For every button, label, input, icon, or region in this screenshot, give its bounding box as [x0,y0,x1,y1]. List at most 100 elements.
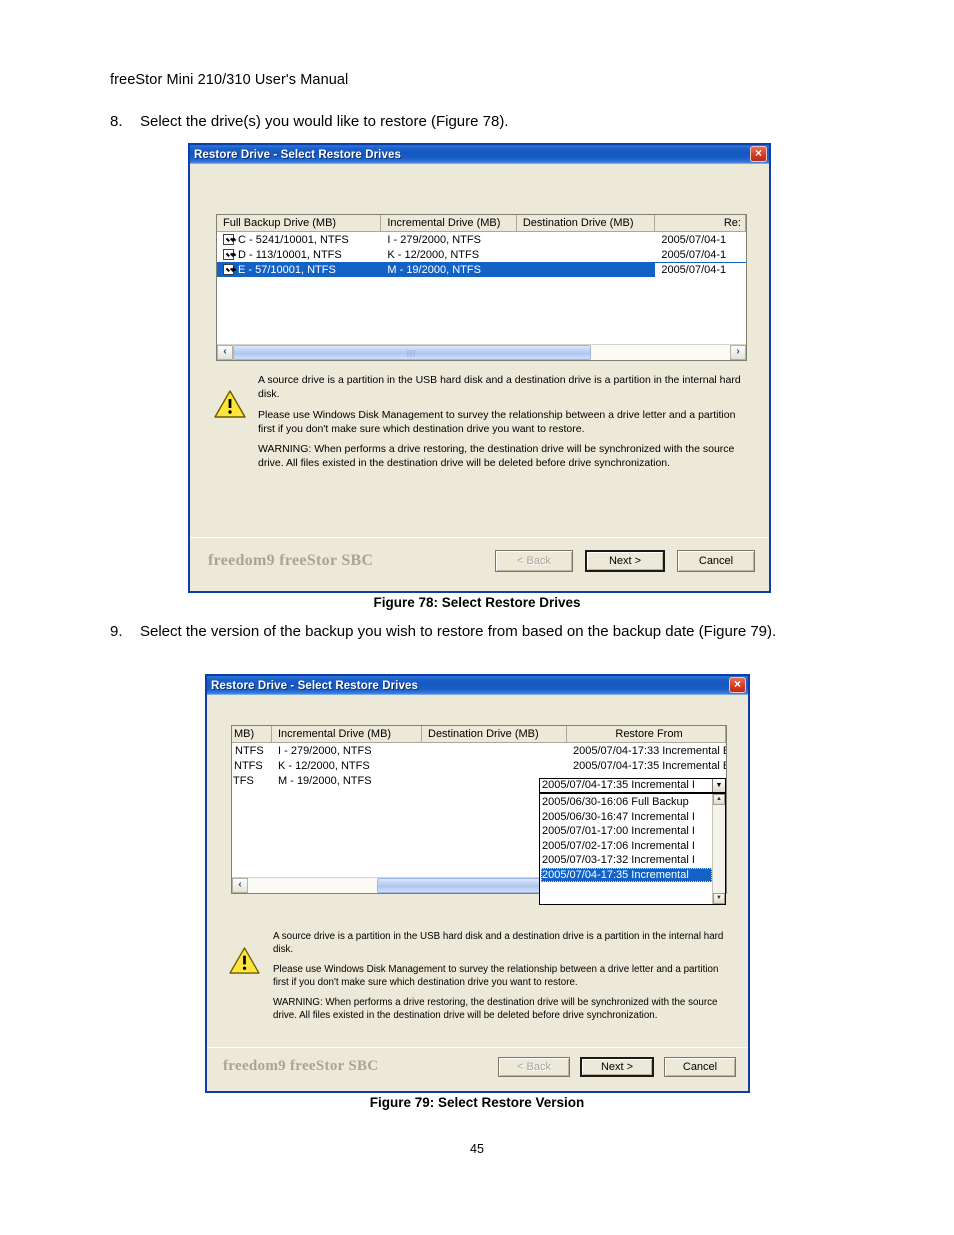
list-item[interactable]: 2005/06/30-16:47 Incremental I [541,810,712,825]
dialog1-drive-list[interactable]: Full Backup Drive (MB) Incremental Drive… [216,214,747,361]
checkbox-icon[interactable] [223,234,234,245]
scroll-left-icon[interactable]: ‹ [217,345,233,360]
back-button[interactable]: < Back [498,1057,570,1077]
dialog2-warning-panel: A source drive is a partition in the USB… [229,931,729,1023]
cancel-button[interactable]: Cancel [664,1057,736,1077]
step-8-text: Select the drive(s) you would like to re… [140,113,509,130]
row-incremental-cell: K - 12/2000, NTFS [278,759,370,772]
restore-drive-dialog-select-drives[interactable]: Restore Drive - Select Restore Drives × … [188,143,771,593]
dialog1-list-header: Full Backup Drive (MB) Incremental Drive… [217,215,746,232]
scroll-up-icon[interactable]: ▲ [713,794,725,805]
row-full-backup-cell[interactable]: D - 113/10001, NTFS [217,248,381,262]
page-header: freeStor Mini 210/310 User's Manual [110,72,349,88]
row-incremental-cell: K - 12/2000, NTFS [387,248,480,261]
list-item[interactable]: 2005/07/03-17:32 Incremental I [541,853,712,868]
table-row[interactable]: C - 5241/10001, NTFS I - 279/2000, NTFS … [217,232,746,247]
column-header-destination-drive[interactable]: Destination Drive (MB) [422,726,567,742]
table-row[interactable]: NTFS K - 12/2000, NTFS 2005/07/04-17:35 … [232,758,726,773]
row-restore-from-cell: 2005/07/04-17:35 Incremental B... [573,759,726,772]
step-9-text: Select the version of the backup you wis… [140,623,777,640]
dialog2-title: Restore Drive - Select Restore Drives [211,679,418,692]
row-full-backup-cell[interactable]: C - 5241/10001, NTFS [217,233,381,247]
step-8-number: 8. [110,113,123,130]
list-item[interactable]: 2005/07/04-17:35 Incremental [541,867,712,882]
column-header-restore-from[interactable]: Re: [655,215,746,231]
warning-paragraph-2: Please use Windows Disk Management to su… [273,963,719,988]
dialog1-title: Restore Drive - Select Restore Drives [194,148,401,161]
checkbox-icon[interactable] [223,249,234,260]
scroll-thumb[interactable] [233,345,591,360]
row-full-backup-label: E - 57/10001, NTFS [238,263,336,276]
restore-version-value: 2005/07/04-17:35 Incremental I [542,779,695,791]
figure-78-caption: Figure 78: Select Restore Drives [373,595,581,610]
scroll-down-icon[interactable]: ▼ [713,893,725,904]
row-full-backup-cell[interactable]: E - 57/10001, NTFS [217,263,381,277]
scroll-right-icon[interactable]: › [730,345,746,360]
warning-paragraph-3: WARNING: When performs a drive restoring… [273,996,718,1021]
row-incremental-cell: I - 279/2000, NTFS [278,744,372,757]
row-restore-from-cell: 2005/07/04-1 [661,233,727,246]
restore-version-combobox[interactable]: 2005/07/04-17:35 Incremental I ▼ [539,778,726,793]
dialog1-titlebar[interactable]: Restore Drive - Select Restore Drives × [190,145,769,164]
chevron-down-icon[interactable]: ▼ [712,779,725,792]
warning-paragraph-1: A source drive is a partition in the USB… [273,931,724,955]
checkbox-icon[interactable] [223,264,234,275]
column-header-full-backup-drive[interactable]: MB) [232,726,272,742]
column-header-incremental-drive[interactable]: Incremental Drive (MB) [272,726,422,742]
dialog2-body: MB) Incremental Drive (MB) Destination D… [207,695,748,1091]
dialog2-button-row: < Back Next > Cancel [498,1057,736,1077]
next-button[interactable]: Next > [580,1057,654,1077]
dialog1-horizontal-scrollbar[interactable]: ‹ › [217,344,746,360]
dropdown-vertical-scrollbar[interactable]: ▲ ▼ [712,794,725,904]
dialog1-brand-logo: freedom9 freeStor SBC [208,552,374,569]
grip-icon [407,350,417,357]
back-button[interactable]: < Back [495,550,573,572]
dialog2-brand-logo: freedom9 freeStor SBC [223,1058,379,1074]
scroll-left-icon[interactable]: ‹ [232,878,248,893]
column-header-incremental-drive[interactable]: Incremental Drive (MB) [381,215,517,231]
row-incremental-cell: M - 19/2000, NTFS [387,263,481,276]
scroll-track[interactable] [233,345,730,360]
close-icon[interactable]: × [729,677,746,693]
dialog1-button-row: < Back Next > Cancel [495,550,755,572]
table-row[interactable]: D - 113/10001, NTFS K - 12/2000, NTFS 20… [217,247,746,262]
row-incremental-cell: M - 19/2000, NTFS [278,774,372,787]
column-header-restore-from[interactable]: Restore From [567,726,726,742]
dropdown-items: 2005/06/30-16:06 Full Backup 2005/06/30-… [540,794,712,904]
row-restore-from-cell: 2005/07/04-1 [661,248,727,261]
dialog2-footer: freedom9 freeStor SBC < Back Next > Canc… [207,1047,748,1091]
dialog1-footer: freedom9 freeStor SBC < Back Next > Canc… [190,537,769,591]
dialog1-body: Full Backup Drive (MB) Incremental Drive… [190,164,769,591]
dialog1-warning-panel: A source drive is a partition in the USB… [214,374,744,471]
list-item[interactable]: 2005/07/02-17:06 Incremental I [541,839,712,854]
dialog2-list-header: MB) Incremental Drive (MB) Destination D… [232,726,726,743]
row-incremental-cell: I - 279/2000, NTFS [387,233,481,246]
row-restore-from-cell: 2005/07/04-17:33 Incremental B... [573,744,726,757]
warning-paragraph-3: WARNING: When performs a drive restoring… [258,443,735,470]
column-header-full-backup-drive[interactable]: Full Backup Drive (MB) [217,215,382,231]
dialog1-warning-text: A source drive is a partition in the USB… [258,374,744,471]
row-full-backup-cell: NTFS [234,759,263,772]
row-full-backup-label: C - 5241/10001, NTFS [238,233,349,246]
list-item[interactable]: 2005/06/30-16:06 Full Backup [541,795,712,810]
step-9: 9. Select the version of the backup you … [110,622,855,642]
warning-triangle-icon [214,374,248,471]
next-button[interactable]: Next > [585,550,665,572]
close-icon[interactable]: × [750,146,767,162]
table-row[interactable]: NTFS I - 279/2000, NTFS 2005/07/04-17:33… [232,743,726,758]
dialog2-titlebar[interactable]: Restore Drive - Select Restore Drives × [207,676,748,695]
warning-triangle-icon [229,931,263,1023]
list-item[interactable]: 2005/07/01-17:00 Incremental I [541,824,712,839]
restore-version-dropdown-list[interactable]: 2005/06/30-16:06 Full Backup 2005/06/30-… [539,793,726,905]
row-full-backup-label: D - 113/10001, NTFS [238,248,342,261]
restore-drive-dialog-select-version[interactable]: Restore Drive - Select Restore Drives × … [205,674,750,1093]
row-full-backup-cell: NTFS [235,744,264,757]
warning-paragraph-1: A source drive is a partition in the USB… [258,374,741,400]
warning-paragraph-2: Please use Windows Disk Management to su… [258,408,736,435]
column-header-destination-drive[interactable]: Destination Drive (MB) [517,215,656,231]
table-row[interactable]: E - 57/10001, NTFS M - 19/2000, NTFS 200… [217,262,746,277]
row-full-backup-cell: TFS [233,774,254,787]
figure-79-caption: Figure 79: Select Restore Version [369,1095,585,1110]
cancel-button[interactable]: Cancel [677,550,755,572]
row-restore-from-cell: 2005/07/04-1 [655,262,746,277]
